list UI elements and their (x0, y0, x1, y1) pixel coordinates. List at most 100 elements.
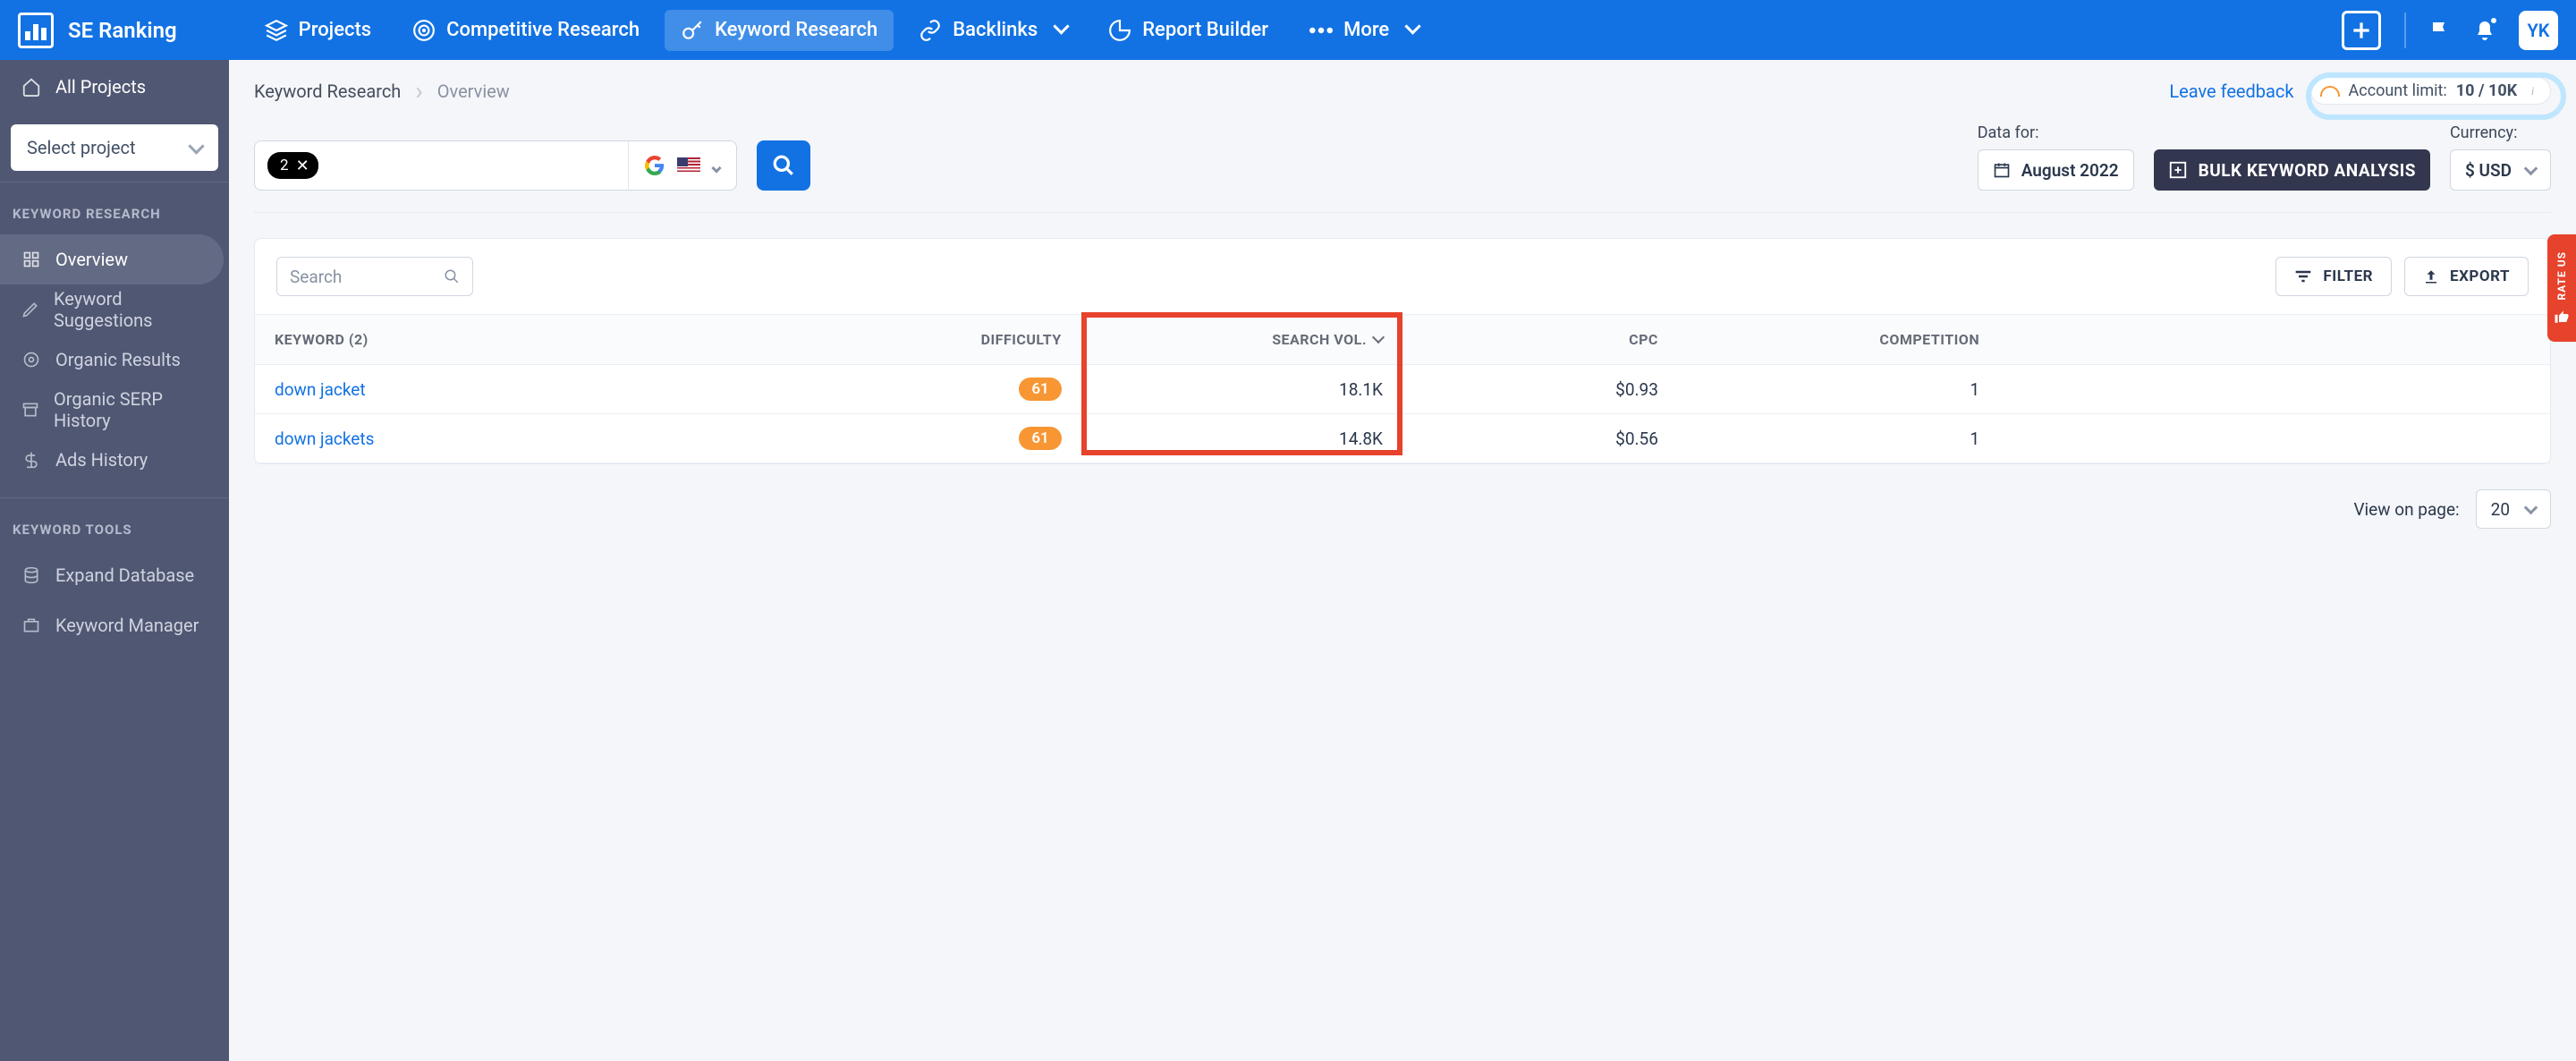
sidebar-manager[interactable]: Keyword Manager (0, 600, 229, 650)
bulk-analysis-button[interactable]: BULK KEYWORD ANALYSIS (2154, 149, 2430, 191)
crumb-separator: › (415, 76, 422, 106)
sidebar-overview[interactable]: Overview (0, 234, 224, 284)
filter-icon (2294, 268, 2312, 284)
chevron-down-icon (1400, 19, 1419, 41)
chip-clear-icon[interactable]: ✕ (296, 157, 309, 175)
upload-icon (2423, 267, 2439, 285)
cell-keyword[interactable]: down jackets (255, 414, 760, 463)
account-limit-badge[interactable]: Account limit: 10 / 10K i (2310, 77, 2551, 105)
nav-report[interactable]: Report Builder (1092, 10, 1284, 51)
flag-us-icon (677, 157, 700, 174)
google-icon (645, 156, 665, 175)
data-for-label: Data for: (1978, 123, 2134, 142)
cell-competition: 1 (1678, 365, 1999, 414)
home-icon (21, 77, 41, 97)
nav-keyword[interactable]: Keyword Research (665, 10, 894, 51)
sidebar-expand[interactable]: Expand Database (0, 550, 229, 600)
col-competition[interactable]: COMPETITION (1678, 315, 1999, 365)
nav-more-label: More (1343, 19, 1389, 41)
export-button[interactable]: EXPORT (2404, 257, 2529, 296)
cell-keyword[interactable]: down jacket (255, 365, 760, 414)
user-avatar[interactable]: YK (2519, 11, 2558, 50)
filter-button[interactable]: FILTER (2275, 257, 2392, 296)
project-selector[interactable]: Select project (11, 124, 218, 171)
add-button[interactable] (2342, 11, 2381, 50)
sidebar-organic[interactable]: Organic Results (0, 335, 229, 385)
rate-us-tab[interactable]: RATE US (2547, 234, 2576, 342)
pie-icon (1108, 19, 1131, 42)
breadcrumb-bar: Keyword Research › Overview Leave feedba… (229, 60, 2576, 116)
target-small-icon (21, 350, 41, 369)
sidebar-suggestions[interactable]: Keyword Suggestions (0, 284, 229, 335)
sidebar-ads-label: Ads History (55, 449, 148, 471)
search-engine-selector[interactable] (628, 141, 736, 190)
nav-competitive-label: Competitive Research (446, 19, 640, 41)
page-size-select[interactable]: 20 (2476, 489, 2551, 529)
search-button[interactable] (757, 140, 810, 191)
nav-backlinks-label: Backlinks (953, 19, 1038, 41)
thumb-icon (2554, 309, 2570, 325)
sidebar-suggestions-label: Keyword Suggestions (54, 288, 208, 331)
brand[interactable]: SE Ranking (18, 13, 177, 48)
sidebar: All Projects Select project KEYWORD RESE… (0, 60, 229, 1061)
table-search-input[interactable]: Search (276, 257, 473, 296)
cell-volume: 18.1K (1081, 365, 1402, 414)
cell-cpc: $0.93 (1402, 365, 1678, 414)
gauge-icon (2320, 86, 2340, 97)
sidebar-all-projects[interactable]: All Projects (0, 60, 229, 114)
search-chip[interactable]: 2 ✕ (267, 152, 318, 179)
nav-backlinks[interactable]: Backlinks (902, 10, 1083, 51)
sidebar-ads[interactable]: Ads History (0, 435, 229, 485)
currency-field: Currency: $ USD (2450, 123, 2551, 191)
brand-name: SE Ranking (68, 18, 177, 43)
col-volume[interactable]: SEARCH VOL. (1081, 315, 1402, 365)
cell-cpc: $0.56 (1402, 414, 1678, 463)
keyword-search-input[interactable]: 2 ✕ (254, 140, 737, 191)
col-cpc[interactable]: CPC (1402, 315, 1678, 365)
header-right: YK (2342, 11, 2558, 50)
sidebar-manager-label: Keyword Manager (55, 615, 199, 636)
divider (2404, 13, 2406, 48)
main-toolbar: 2 ✕ Data for: August 2022 (229, 116, 2576, 212)
cell-difficulty: 61 (760, 365, 1081, 414)
layers-icon (265, 19, 288, 42)
nav-more[interactable]: More (1293, 10, 1435, 51)
section-keyword-research: KEYWORD RESEARCH (0, 182, 229, 234)
sort-desc-icon (1367, 331, 1383, 348)
notification-dot (2489, 16, 2498, 25)
link-icon (919, 19, 942, 42)
sidebar-serp[interactable]: Organic SERP History (0, 385, 229, 435)
nav-keyword-label: Keyword Research (715, 19, 877, 41)
currency-value: $ USD (2465, 160, 2512, 181)
project-selector-placeholder: Select project (27, 137, 136, 158)
target-icon (412, 19, 436, 42)
divider (254, 212, 2551, 213)
flag-icon[interactable] (2429, 19, 2451, 42)
crumb-root[interactable]: Keyword Research (254, 81, 401, 102)
chevron-down-icon (2522, 160, 2536, 181)
more-icon (1309, 19, 1333, 42)
data-for-selector[interactable]: August 2022 (1978, 149, 2134, 191)
limit-label: Account limit: (2349, 81, 2447, 100)
leave-feedback-link[interactable]: Leave feedback (2169, 81, 2293, 102)
search-icon (444, 268, 460, 284)
table-search-placeholder: Search (290, 267, 342, 287)
currency-selector[interactable]: $ USD (2450, 149, 2551, 191)
briefcase-icon (21, 615, 41, 635)
nav-projects-label: Projects (299, 19, 371, 41)
app-header: SE Ranking Projects Competitive Research… (0, 0, 2576, 60)
cell-difficulty: 61 (760, 414, 1081, 463)
results-panel: Search FILTER EXPORT (254, 238, 2551, 464)
rate-us-label: RATE US (2555, 251, 2568, 301)
col-keyword[interactable]: KEYWORD (2) (255, 315, 760, 365)
cell-competition: 1 (1678, 414, 1999, 463)
bell-icon[interactable] (2474, 19, 2496, 42)
plus-square-icon (2168, 160, 2188, 180)
nav-competitive[interactable]: Competitive Research (396, 10, 656, 51)
sidebar-overview-label: Overview (55, 249, 128, 270)
key-icon (681, 19, 704, 42)
sidebar-organic-label: Organic Results (55, 349, 181, 370)
chevron-down-icon (713, 151, 720, 181)
nav-projects[interactable]: Projects (249, 10, 387, 51)
col-difficulty[interactable]: DIFFICULTY (760, 315, 1081, 365)
